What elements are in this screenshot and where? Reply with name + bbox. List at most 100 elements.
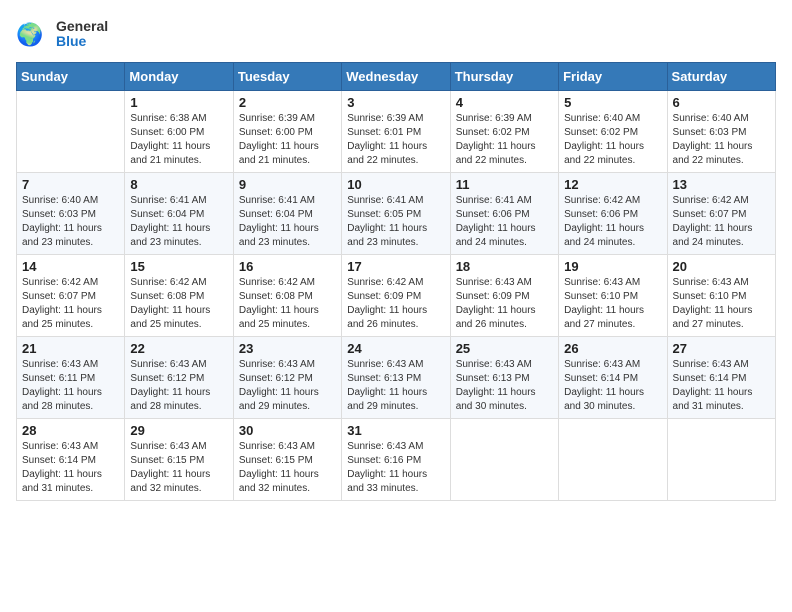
calendar-cell: 27Sunrise: 6:43 AMSunset: 6:14 PMDayligh… [667,337,775,419]
day-number: 23 [239,341,336,356]
calendar-cell: 12Sunrise: 6:42 AMSunset: 6:06 PMDayligh… [559,173,667,255]
calendar-container: 🌍 General Blue SundayMondayTuesdayWednes… [0,0,792,517]
calendar-cell: 28 Sunrise: 6:43 AMSunset: 6:14 PMDayligh… [17,419,125,501]
calendar-cell [17,91,125,173]
day-info: Sunrise: 6:43 AMSunset: 6:16 PMDaylight:… [347,440,444,496]
day-number: 1 [130,95,227,110]
weekday-thursday: Thursday [450,63,558,91]
calendar-cell: 1 Sunrise: 6:38 AMSunset: 6:00 PMDaylight… [125,91,233,173]
day-number: 27 [673,341,770,356]
day-info: Sunrise: 6:43 AMSunset: 6:13 PMDaylight:… [456,358,553,414]
day-number: 10 [347,177,444,192]
day-info: Sunrise: 6:38 AMSunset: 6:00 PMDaylight:… [130,112,227,168]
day-info: Sunrise: 6:39 AMSunset: 6:02 PMDaylight:… [456,112,553,168]
day-info: Sunrise: 6:40 AMSunset: 6:02 PMDaylight:… [564,112,661,168]
day-info: Sunrise: 6:43 AMSunset: 6:15 PMDaylight:… [130,440,227,496]
day-number: 25 [456,341,553,356]
calendar-cell: 26 Sunrise: 6:43 AMSunset: 6:14 PMDayligh… [559,337,667,419]
day-info: Sunrise: 6:42 AMSunset: 6:07 PMDaylight:… [22,276,119,332]
calendar-cell: 7Sunrise: 6:40 AMSunset: 6:03 PMDaylight… [17,173,125,255]
day-number: 3 [347,95,444,110]
day-info: Sunrise: 6:43 AMSunset: 6:11 PMDaylight:… [22,358,119,414]
day-info: Sunrise: 6:43 AMSunset: 6:10 PMDaylight:… [564,276,661,332]
logo: 🌍 General Blue [16,16,108,52]
day-info: Sunrise: 6:41 AMSunset: 6:04 PMDaylight:… [130,194,227,250]
calendar-cell: 18Sunrise: 6:43 AMSunset: 6:09 PMDayligh… [450,255,558,337]
calendar-cell: 22 Sunrise: 6:43 AMSunset: 6:12 PMDayligh… [125,337,233,419]
calendar-cell: 11Sunrise: 6:41 AMSunset: 6:06 PMDayligh… [450,173,558,255]
day-number: 22 [130,341,227,356]
day-number: 20 [673,259,770,274]
day-info: Sunrise: 6:43 AMSunset: 6:10 PMDaylight:… [673,276,770,332]
calendar-cell: 16 Sunrise: 6:42 AMSunset: 6:08 PMDayligh… [233,255,341,337]
day-number: 31 [347,423,444,438]
day-info: Sunrise: 6:43 AMSunset: 6:12 PMDaylight:… [239,358,336,414]
day-number: 28 [22,423,119,438]
day-info: Sunrise: 6:43 AMSunset: 6:12 PMDaylight:… [130,358,227,414]
day-info: Sunrise: 6:41 AMSunset: 6:05 PMDaylight:… [347,194,444,250]
weekday-sunday: Sunday [17,63,125,91]
day-info: Sunrise: 6:41 AMSunset: 6:04 PMDaylight:… [239,194,336,250]
day-number: 18 [456,259,553,274]
calendar-cell: 17 Sunrise: 6:42 AMSunset: 6:09 PMDayligh… [342,255,450,337]
day-number: 24 [347,341,444,356]
calendar-body: 1 Sunrise: 6:38 AMSunset: 6:00 PMDaylight… [17,91,776,501]
calendar-cell: 31 Sunrise: 6:43 AMSunset: 6:16 PMDayligh… [342,419,450,501]
day-number: 19 [564,259,661,274]
day-number: 2 [239,95,336,110]
day-info: Sunrise: 6:42 AMSunset: 6:07 PMDaylight:… [673,194,770,250]
day-info: Sunrise: 6:43 AMSunset: 6:13 PMDaylight:… [347,358,444,414]
day-number: 16 [239,259,336,274]
day-info: Sunrise: 6:42 AMSunset: 6:09 PMDaylight:… [347,276,444,332]
day-number: 7 [22,177,119,192]
calendar-cell: 24 Sunrise: 6:43 AMSunset: 6:13 PMDayligh… [342,337,450,419]
weekday-header-row: SundayMondayTuesdayWednesdayThursdayFrid… [17,63,776,91]
calendar-cell: 30 Sunrise: 6:43 AMSunset: 6:15 PMDayligh… [233,419,341,501]
calendar-cell [667,419,775,501]
day-info: Sunrise: 6:43 AMSunset: 6:14 PMDaylight:… [22,440,119,496]
header: 🌍 General Blue [16,16,776,52]
week-row-2: 7Sunrise: 6:40 AMSunset: 6:03 PMDaylight… [17,173,776,255]
day-number: 6 [673,95,770,110]
calendar-cell: 8 Sunrise: 6:41 AMSunset: 6:04 PMDaylight… [125,173,233,255]
logo-icon: 🌍 [16,16,52,52]
weekday-friday: Friday [559,63,667,91]
day-number: 4 [456,95,553,110]
day-info: Sunrise: 6:42 AMSunset: 6:08 PMDaylight:… [239,276,336,332]
day-number: 17 [347,259,444,274]
week-row-4: 21Sunrise: 6:43 AMSunset: 6:11 PMDayligh… [17,337,776,419]
calendar-cell: 29 Sunrise: 6:43 AMSunset: 6:15 PMDayligh… [125,419,233,501]
week-row-1: 1 Sunrise: 6:38 AMSunset: 6:00 PMDaylight… [17,91,776,173]
calendar-cell: 10 Sunrise: 6:41 AMSunset: 6:05 PMDayligh… [342,173,450,255]
calendar-cell: 9 Sunrise: 6:41 AMSunset: 6:04 PMDaylight… [233,173,341,255]
calendar-cell: 19 Sunrise: 6:43 AMSunset: 6:10 PMDayligh… [559,255,667,337]
calendar-cell: 6 Sunrise: 6:40 AMSunset: 6:03 PMDaylight… [667,91,775,173]
calendar-cell: 4 Sunrise: 6:39 AMSunset: 6:02 PMDaylight… [450,91,558,173]
logo-text-general: General [56,19,108,34]
day-info: Sunrise: 6:43 AMSunset: 6:15 PMDaylight:… [239,440,336,496]
day-info: Sunrise: 6:39 AMSunset: 6:01 PMDaylight:… [347,112,444,168]
day-number: 30 [239,423,336,438]
weekday-saturday: Saturday [667,63,775,91]
day-number: 26 [564,341,661,356]
day-number: 11 [456,177,553,192]
day-number: 8 [130,177,227,192]
day-number: 13 [673,177,770,192]
calendar-cell: 15 Sunrise: 6:42 AMSunset: 6:08 PMDayligh… [125,255,233,337]
calendar-cell: 20 Sunrise: 6:43 AMSunset: 6:10 PMDayligh… [667,255,775,337]
day-number: 15 [130,259,227,274]
day-number: 9 [239,177,336,192]
day-info: Sunrise: 6:42 AMSunset: 6:08 PMDaylight:… [130,276,227,332]
calendar-cell: 2Sunrise: 6:39 AMSunset: 6:00 PMDaylight… [233,91,341,173]
calendar-cell: 13 Sunrise: 6:42 AMSunset: 6:07 PMDayligh… [667,173,775,255]
calendar-cell: 25 Sunrise: 6:43 AMSunset: 6:13 PMDayligh… [450,337,558,419]
day-info: Sunrise: 6:43 AMSunset: 6:14 PMDaylight:… [564,358,661,414]
day-info: Sunrise: 6:40 AMSunset: 6:03 PMDaylight:… [673,112,770,168]
weekday-tuesday: Tuesday [233,63,341,91]
calendar-cell [450,419,558,501]
week-row-5: 28 Sunrise: 6:43 AMSunset: 6:14 PMDayligh… [17,419,776,501]
day-number: 12 [564,177,661,192]
day-number: 29 [130,423,227,438]
calendar-cell: 21Sunrise: 6:43 AMSunset: 6:11 PMDayligh… [17,337,125,419]
weekday-monday: Monday [125,63,233,91]
